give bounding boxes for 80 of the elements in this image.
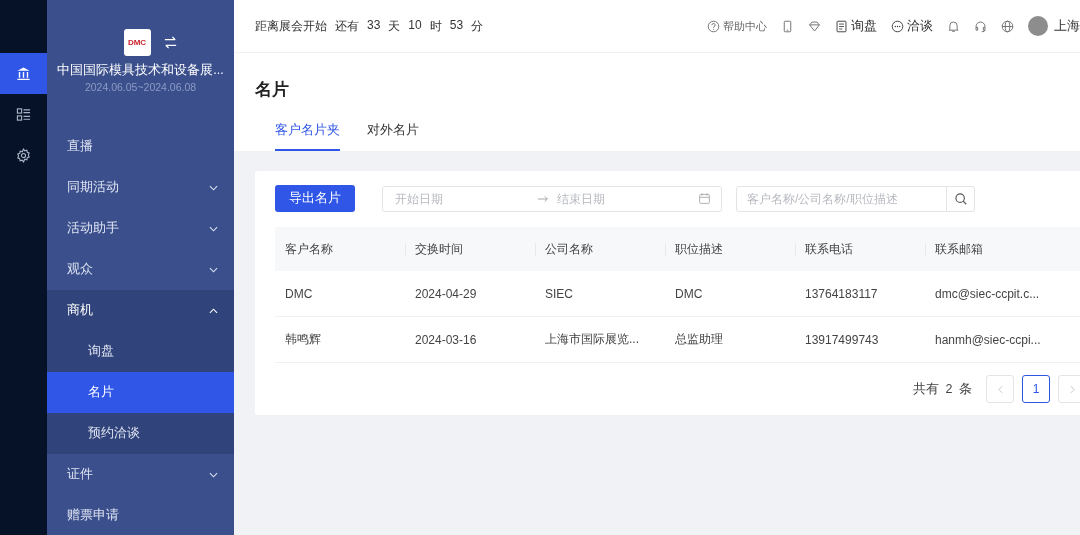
table-cell-text: 韩鸣辉 xyxy=(284,331,322,348)
countdown-text: 53 xyxy=(449,17,464,34)
header-icon-button[interactable] xyxy=(1001,19,1014,33)
table-cell-text: 上海市国际展览... xyxy=(544,331,640,348)
column-header: 公司名称 xyxy=(535,240,665,258)
arrow-right-icon xyxy=(536,194,549,203)
bank-icon xyxy=(16,66,31,81)
table-cell-text: dmc@siec-ccpit.c... xyxy=(934,286,1041,301)
help-icon xyxy=(707,19,720,33)
sidebar-subitem[interactable]: 询盘 xyxy=(47,331,234,372)
header-icon-button[interactable] xyxy=(947,19,960,33)
search-button[interactable] xyxy=(947,185,975,212)
sidebar-subitem[interactable]: 预约洽谈 xyxy=(47,413,234,454)
settings-icon xyxy=(16,148,31,163)
countdown-text: 33 xyxy=(367,17,381,34)
event-title: 中国国际模具技术和设备展... xyxy=(57,62,224,79)
sidebar-item[interactable]: 商机 xyxy=(47,290,234,331)
header-icon-button[interactable] xyxy=(974,19,987,33)
header-icon-button[interactable] xyxy=(808,19,821,33)
page-button[interactable]: 1 xyxy=(1022,375,1050,403)
globe-icon xyxy=(1001,19,1014,33)
search-icon xyxy=(953,191,968,206)
sidebar-item[interactable]: 直播 xyxy=(47,126,234,167)
table-cell-text: hanmh@siec-ccpi... xyxy=(934,332,1042,347)
phone-icon xyxy=(781,19,794,33)
countdown-text: 还有 xyxy=(335,17,359,35)
diamond-icon xyxy=(808,19,821,33)
countdown-text: 距离展会开始 xyxy=(255,17,327,35)
user-name[interactable]: 上海 xyxy=(1054,17,1080,35)
tab[interactable]: 客户名片夹 xyxy=(275,122,340,151)
chevron-down-icon xyxy=(209,184,218,191)
chevron-right-icon xyxy=(1069,384,1075,394)
column-header: 交换时间 xyxy=(405,240,535,258)
header-icon-button[interactable] xyxy=(781,19,794,33)
headset-icon xyxy=(974,19,987,33)
swap-icon[interactable] xyxy=(162,35,178,50)
document-icon xyxy=(835,19,848,33)
chevron-down-icon xyxy=(209,471,218,478)
table-cell-text: 13917499743 xyxy=(804,332,880,347)
sidebar-subitem[interactable]: 名片 xyxy=(47,372,234,413)
chevron-left-icon xyxy=(997,384,1003,394)
sidebar-item[interactable]: 活动助手 xyxy=(47,208,234,249)
table-cell-text: 总监助理 xyxy=(674,331,724,348)
tab[interactable]: 对外名片 xyxy=(367,122,419,151)
countdown-text: 分 xyxy=(471,17,484,35)
table-cell-text: DMC xyxy=(674,286,704,301)
table-cell-text: 2024-04-29 xyxy=(414,286,478,301)
column-header: 联系邮箱 xyxy=(925,240,1055,258)
chevron-up-icon xyxy=(209,307,218,314)
header-link[interactable]: 帮助中心 xyxy=(707,18,767,34)
event-logo: DMC xyxy=(123,29,151,56)
avatar[interactable] xyxy=(1028,16,1048,36)
sidebar-item[interactable]: 证件 xyxy=(47,454,234,495)
total-count: 共有 2 条 xyxy=(913,380,972,398)
header-link[interactable]: 洽谈 xyxy=(891,17,933,35)
search-field[interactable]: 客户名称/公司名称/职位描述 xyxy=(736,185,947,212)
sidebar-item[interactable]: 赠票申请 xyxy=(47,495,234,535)
column-header: 客户名称 xyxy=(284,240,334,258)
chevron-down-icon xyxy=(209,266,218,273)
calendar-icon xyxy=(698,192,711,205)
page-title: 名片 xyxy=(255,79,290,101)
sidebar-item[interactable]: 观众 xyxy=(47,249,234,290)
countdown-text: 时 xyxy=(429,17,442,35)
table-cell-text: DMC xyxy=(284,286,314,301)
event-dates: 2024.06.05~2024.06.08 xyxy=(84,81,197,93)
table-cell-text: 13764183117 xyxy=(804,286,879,301)
chevron-down-icon xyxy=(209,225,218,232)
column-header: 职位描述 xyxy=(665,240,795,258)
header-link[interactable]: 询盘 xyxy=(835,17,877,35)
countdown-text: 天 xyxy=(388,17,401,35)
list-icon xyxy=(16,107,31,122)
sidebar-item[interactable]: 同期活动 xyxy=(47,167,234,208)
countdown-text: 10 xyxy=(408,17,422,34)
column-header: 联系电话 xyxy=(795,240,925,258)
export-button[interactable]: 导出名片 xyxy=(275,185,355,212)
bell-icon xyxy=(947,19,960,33)
table-cell-text: 2024-03-16 xyxy=(414,332,478,347)
table-cell-text: SIEC xyxy=(544,286,574,301)
rail-nav-item[interactable] xyxy=(0,53,47,94)
chat-icon xyxy=(891,19,904,33)
